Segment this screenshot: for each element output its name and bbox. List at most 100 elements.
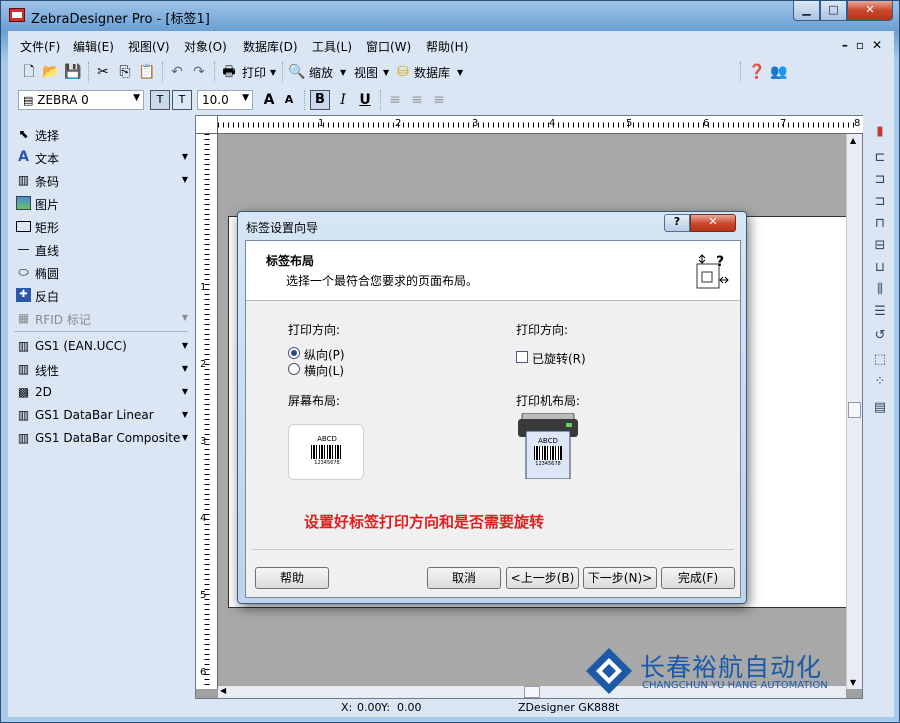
- landscape-radio[interactable]: [288, 363, 300, 375]
- menu-file[interactable]: 文件(F): [20, 38, 60, 55]
- help-icon[interactable]: ❓: [748, 63, 766, 81]
- zebra-app-icon[interactable]: [9, 8, 25, 22]
- tool-linear[interactable]: ▥ 线性 ▼: [16, 360, 188, 380]
- database-dropdown-icon[interactable]: ▼: [457, 68, 463, 77]
- align-hcenter-icon[interactable]: ⊐: [871, 171, 889, 189]
- zoom-icon[interactable]: 🔍: [288, 63, 306, 81]
- font-size-select[interactable]: 10.0 ▼: [197, 90, 253, 110]
- tool-text[interactable]: A 文本 ▼: [16, 148, 188, 168]
- tool-2d[interactable]: ▩ 2D ▼: [16, 383, 188, 403]
- view-button[interactable]: 视图: [354, 64, 378, 81]
- ruler-v-label: 4: [200, 513, 207, 524]
- help-button[interactable]: 帮助: [255, 567, 329, 589]
- tool-picture[interactable]: 图片: [16, 194, 188, 214]
- title-bar[interactable]: ZebraDesigner Pro - [标签1] ▁ □ ✕: [1, 1, 899, 31]
- users-icon[interactable]: 👥: [770, 63, 788, 81]
- underline-button[interactable]: U: [356, 91, 374, 109]
- copy-icon[interactable]: ⎘: [116, 63, 134, 81]
- italic-button[interactable]: I: [334, 91, 352, 109]
- view-dropdown-icon[interactable]: ▼: [383, 68, 389, 77]
- menu-database[interactable]: 数据库(D): [243, 38, 298, 55]
- redo-icon[interactable]: ↷: [190, 63, 208, 81]
- colors-icon[interactable]: ▮: [871, 123, 889, 141]
- menu-tools[interactable]: 工具(L): [312, 38, 352, 55]
- minimize-button[interactable]: ▁: [793, 1, 820, 21]
- print-button[interactable]: 打印: [242, 64, 266, 81]
- tool-ellipse[interactable]: ⬭ 椭圆: [16, 263, 188, 283]
- align-center-icon[interactable]: ≡: [408, 91, 426, 109]
- menu-edit[interactable]: 编辑(E): [73, 38, 114, 55]
- vertical-scrollbar[interactable]: ▲ ▼: [846, 134, 862, 689]
- paste-icon[interactable]: 📋: [138, 63, 156, 81]
- distribute-v-icon[interactable]: ☰: [871, 303, 889, 321]
- vertical-scroll-thumb[interactable]: [848, 402, 861, 418]
- cut-icon[interactable]: ✂: [94, 63, 112, 81]
- horizontal-scroll-thumb[interactable]: [524, 686, 540, 698]
- save-icon[interactable]: 💾: [64, 63, 82, 81]
- tool-rfid[interactable]: ▦ RFID 标记 ▼: [16, 309, 188, 329]
- rfid-icon: ▦: [17, 311, 30, 325]
- portrait-label[interactable]: 纵向(P): [304, 346, 345, 363]
- print-icon[interactable]: 🖶: [220, 63, 238, 81]
- tool-gs1[interactable]: ▥ GS1 (EAN.UCC) ▼: [16, 337, 188, 357]
- bold-button[interactable]: B: [310, 90, 330, 110]
- menu-window[interactable]: 窗口(W): [366, 38, 411, 55]
- ungroup-icon[interactable]: ⁘: [871, 373, 889, 391]
- zoom-button[interactable]: 缩放: [309, 64, 333, 81]
- properties-icon[interactable]: ▤: [871, 399, 889, 417]
- portrait-radio[interactable]: [288, 347, 300, 359]
- zoom-dropdown-icon[interactable]: ▼: [340, 68, 346, 77]
- printer-font-button[interactable]: T: [150, 90, 170, 110]
- open-icon[interactable]: 📂: [42, 63, 60, 81]
- close-button[interactable]: ✕: [847, 1, 893, 21]
- undo-icon[interactable]: ↶: [168, 63, 186, 81]
- finish-button[interactable]: 完成(F): [661, 567, 735, 589]
- align-top-icon[interactable]: ⊓: [871, 215, 889, 233]
- menu-view[interactable]: 视图(V): [128, 38, 170, 55]
- group-icon[interactable]: ⬚: [871, 351, 889, 369]
- truetype-font-button[interactable]: T: [172, 90, 192, 110]
- tool-inverse[interactable]: ✚ 反白: [16, 286, 188, 306]
- tool-select[interactable]: ⬉ 选择: [16, 125, 188, 145]
- dialog-help-button[interactable]: ?: [664, 214, 690, 232]
- align-right-objects-icon[interactable]: ⊐: [871, 193, 889, 211]
- database-icon[interactable]: ⛁: [394, 63, 412, 81]
- tool-databar-composite[interactable]: ▥ GS1 DataBar Composite ▼: [16, 429, 188, 449]
- tool-barcode[interactable]: ▥ 条码 ▼: [16, 171, 188, 191]
- tool-databar-linear[interactable]: ▥ GS1 DataBar Linear ▼: [16, 406, 188, 426]
- align-left-objects-icon[interactable]: ⊏: [871, 149, 889, 167]
- toolbox-sidebar: ⬉选择 A文本▼ ▥条码▼ 图片 矩形 —直线 ⬭椭圆 ✚反白: [8, 115, 194, 699]
- font-select[interactable]: ▤ ZEBRA 0 ▼: [18, 90, 144, 110]
- scroll-left-icon[interactable]: ◀: [220, 686, 226, 695]
- landscape-label[interactable]: 横向(L): [304, 362, 344, 379]
- database-button[interactable]: 数据库: [414, 64, 450, 81]
- ruler-corner[interactable]: [196, 116, 218, 134]
- new-icon[interactable]: 🗋: [20, 63, 38, 81]
- print-dropdown-icon[interactable]: ▼: [270, 68, 276, 77]
- align-vcenter-icon[interactable]: ⊟: [871, 237, 889, 255]
- shrink-font-icon[interactable]: A: [280, 91, 298, 109]
- vertical-ruler: 1 2 3 4 5 6: [196, 134, 218, 689]
- align-left-icon[interactable]: ≡: [386, 91, 404, 109]
- cancel-button[interactable]: 取消: [427, 567, 501, 589]
- menu-object[interactable]: 对象(O): [184, 38, 227, 55]
- printer-font-icon: ▤: [23, 94, 34, 107]
- rotated-checkbox[interactable]: [516, 351, 528, 363]
- next-button[interactable]: 下一步(N)>: [583, 567, 657, 589]
- align-bottom-icon[interactable]: ⊔: [871, 259, 889, 277]
- align-right-icon[interactable]: ≡: [430, 91, 448, 109]
- distribute-h-icon[interactable]: ⫼: [871, 281, 889, 299]
- menu-help[interactable]: 帮助(H): [426, 38, 468, 55]
- tool-line[interactable]: — 直线: [16, 240, 188, 260]
- rotate-icon[interactable]: ↺: [871, 327, 889, 345]
- maximize-button[interactable]: □: [820, 1, 847, 21]
- rotated-label[interactable]: 已旋转(R): [532, 350, 586, 367]
- mdi-controls[interactable]: –▫✕: [842, 38, 890, 52]
- grow-font-icon[interactable]: A: [260, 91, 278, 109]
- ruler-ticks-v: [204, 134, 210, 689]
- scroll-up-icon[interactable]: ▲: [850, 136, 856, 145]
- dialog-close-button[interactable]: ✕: [690, 214, 736, 232]
- tool-rectangle[interactable]: 矩形: [16, 217, 188, 237]
- back-button[interactable]: <上一步(B): [506, 567, 579, 589]
- ellipse-icon: ⬭: [18, 265, 29, 279]
